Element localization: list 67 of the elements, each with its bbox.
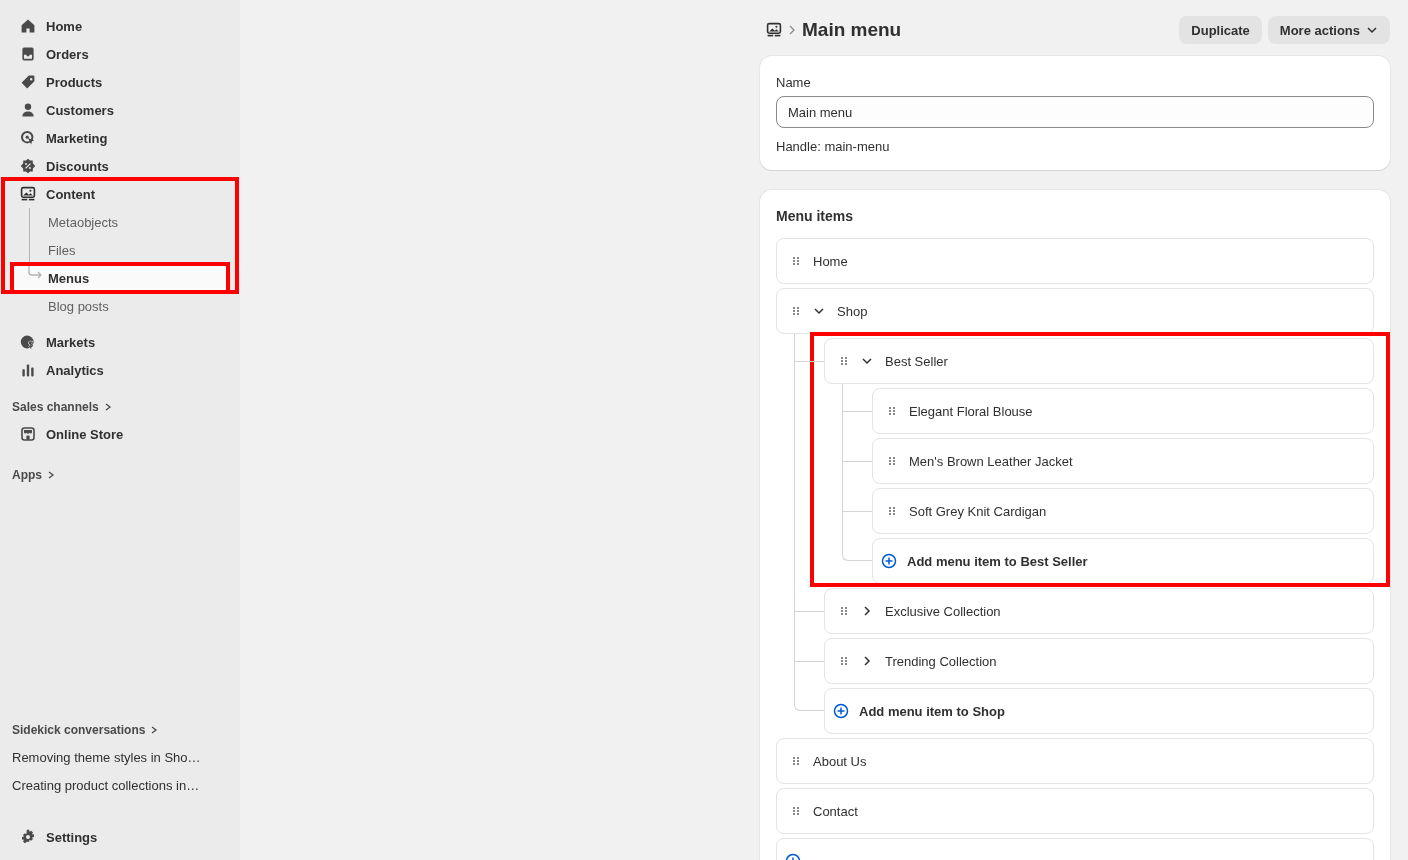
menu-item[interactable]: Men's Brown Leather Jacket bbox=[872, 438, 1374, 484]
nav-item[interactable]: Customers bbox=[12, 96, 228, 124]
action-button[interactable]: Duplicate bbox=[1179, 16, 1262, 44]
nav-item[interactable]: Markets bbox=[12, 328, 228, 356]
menu-item[interactable]: Contact bbox=[776, 788, 1374, 834]
nav-item[interactable]: Online Store bbox=[12, 420, 228, 448]
globe-dollar-icon bbox=[20, 334, 36, 350]
drag-handle-icon bbox=[839, 606, 849, 616]
page-title: Main menu bbox=[802, 19, 902, 41]
drag-handle-icon bbox=[887, 506, 897, 516]
section-heading[interactable]: Apps bbox=[12, 462, 228, 488]
drag-handle-icon bbox=[887, 456, 897, 466]
nav-item[interactable]: Content bbox=[12, 180, 228, 208]
drag-handle-icon bbox=[791, 806, 801, 816]
inbox-icon bbox=[20, 46, 36, 62]
chevron-right-icon bbox=[46, 470, 56, 480]
target-icon bbox=[20, 130, 36, 146]
menu-item[interactable]: Best Seller bbox=[824, 338, 1374, 384]
add-item-button[interactable]: Add menu item to Shop bbox=[824, 688, 1374, 734]
nav-item[interactable]: Settings bbox=[12, 823, 228, 851]
menu-item[interactable]: Elegant Floral Blouse bbox=[872, 388, 1374, 434]
settings-icon bbox=[20, 829, 36, 845]
drag-handle-icon bbox=[791, 256, 801, 266]
home-icon bbox=[20, 18, 36, 34]
drag-handle-icon bbox=[791, 756, 801, 766]
plus-circle-icon bbox=[833, 703, 849, 719]
sub-nav-item[interactable]: Files bbox=[12, 236, 228, 264]
image-icon bbox=[766, 22, 782, 38]
image-icon bbox=[20, 186, 36, 202]
person-icon bbox=[20, 102, 36, 118]
tag-icon bbox=[20, 74, 36, 90]
field-label: Name bbox=[776, 73, 812, 92]
caret-icon bbox=[1366, 24, 1378, 36]
drag-handle-icon bbox=[791, 306, 801, 316]
name-field[interactable]: Main menu bbox=[776, 96, 1374, 128]
add-item-button[interactable]: Add menu item to Best Seller bbox=[872, 538, 1374, 584]
discount-badge-icon bbox=[20, 158, 36, 174]
menu-item[interactable]: Shop bbox=[776, 288, 1374, 334]
nav-item[interactable]: Home bbox=[12, 12, 228, 40]
sub-nav-item[interactable]: Menus bbox=[12, 264, 228, 292]
menu-item[interactable]: Home bbox=[776, 238, 1374, 284]
more-actions-button[interactable]: More actions bbox=[1267, 16, 1390, 44]
sub-nav-item[interactable]: Metaobjects bbox=[12, 208, 228, 236]
plus-circle-icon bbox=[881, 553, 897, 569]
bar-chart-icon bbox=[20, 362, 36, 378]
conversation-link[interactable]: Creating product collections in… bbox=[12, 771, 228, 799]
drag-handle-icon bbox=[839, 356, 849, 366]
store-icon bbox=[20, 426, 36, 442]
menu-item[interactable]: Soft Grey Knit Cardigan bbox=[872, 488, 1374, 534]
nav-item[interactable]: Analytics bbox=[12, 356, 228, 384]
sub-nav-item[interactable]: Blog posts bbox=[12, 292, 228, 320]
nav-item[interactable]: Discounts bbox=[12, 152, 228, 180]
nav-item[interactable]: Orders bbox=[12, 40, 228, 68]
menu-item[interactable]: Trending Collection bbox=[824, 638, 1374, 684]
chevron-right-icon bbox=[788, 25, 796, 35]
section-heading[interactable]: Sales channels bbox=[12, 394, 228, 420]
section-heading[interactable]: Sidekick conversations bbox=[12, 717, 228, 743]
drag-handle-icon bbox=[887, 406, 897, 416]
nav-item[interactable]: Marketing bbox=[12, 124, 228, 152]
nav-item[interactable]: Products bbox=[12, 68, 228, 96]
card-title: Menu items bbox=[776, 207, 854, 226]
menu-item[interactable]: Exclusive Collection bbox=[824, 588, 1374, 634]
handle-text: Handle: main-menu bbox=[776, 137, 891, 156]
branch-arrow-icon bbox=[28, 264, 42, 280]
conversation-link[interactable]: Removing theme styles in Sho… bbox=[12, 743, 228, 771]
drag-handle-icon bbox=[839, 656, 849, 666]
menu-item[interactable]: About Us bbox=[776, 738, 1374, 784]
